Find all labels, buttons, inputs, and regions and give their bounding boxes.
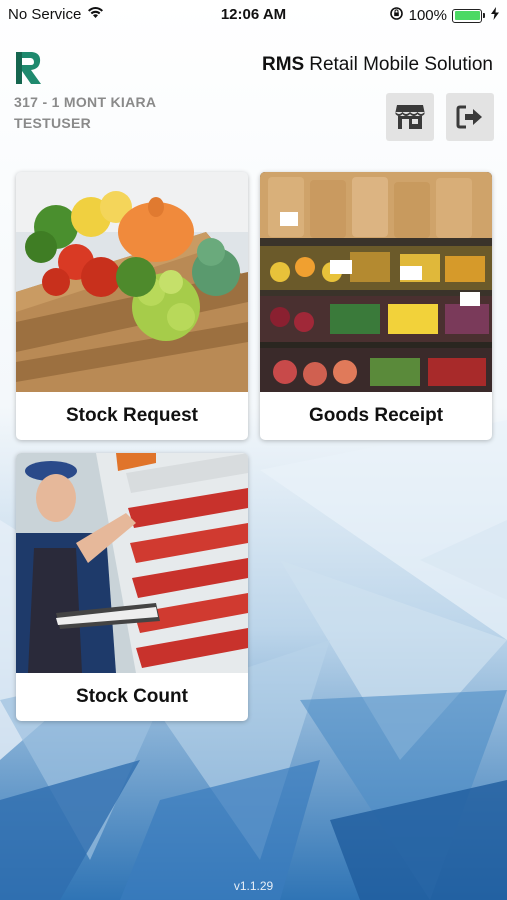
tile-label: Stock Request [66, 405, 198, 426]
user-label: TESTUSER [14, 115, 92, 131]
store-button[interactable] [386, 93, 434, 141]
fruit-market-image [260, 172, 492, 392]
charging-icon [491, 7, 499, 24]
battery-percent: 100% [408, 7, 447, 24]
store-icon [395, 105, 425, 129]
status-right: 100% [389, 6, 499, 25]
logout-icon [456, 105, 482, 129]
stock-count-tile[interactable]: Stock Count [16, 453, 248, 721]
logout-button[interactable] [446, 93, 494, 141]
status-bar: No Service 12:06 AM 100% [0, 0, 507, 30]
app-title: RMS Retail Mobile Solution [262, 54, 493, 76]
store-label: 317 - 1 MONT KIARA [14, 94, 157, 110]
tile-label: Stock Count [76, 686, 188, 707]
app-abbr: RMS [262, 54, 305, 75]
vegetable-crate-image [16, 172, 248, 392]
rotation-lock-icon [389, 6, 404, 25]
stock-request-tile[interactable]: Stock Request [16, 172, 248, 440]
goods-receipt-tile[interactable]: Goods Receipt [260, 172, 492, 440]
worker-shelves-image [16, 453, 248, 673]
app-title-text: Retail Mobile Solution [309, 54, 493, 75]
tile-label: Goods Receipt [308, 405, 444, 426]
battery-icon [452, 8, 485, 23]
app-header: 317 - 1 MONT KIARA TESTUSER RMS Retail Mo… [0, 40, 507, 150]
rms-logo-icon [16, 52, 41, 84]
version-label: v1.1.29 [233, 879, 274, 893]
